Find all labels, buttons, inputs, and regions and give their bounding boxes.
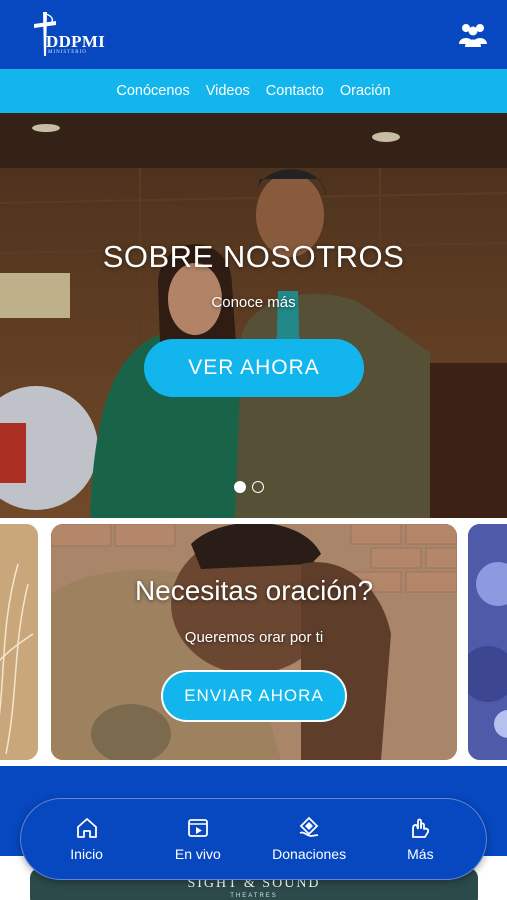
app-logo[interactable]: DDPMI MINISTERIO xyxy=(24,10,106,60)
tab-en-vivo-label: En vivo xyxy=(174,846,221,862)
play-video-icon xyxy=(187,819,208,837)
logo-subtext: MINISTERIO xyxy=(48,50,87,55)
slide-indicators xyxy=(234,481,264,493)
next-card[interactable] xyxy=(468,524,507,760)
prayer-card-subtitle: Queremos orar por ti xyxy=(184,629,324,646)
prayer-card[interactable]: Necesitas oración? Queremos orar por ti … xyxy=(51,524,457,760)
tab-mas[interactable]: Más xyxy=(365,816,475,862)
enviar-ahora-button[interactable]: ENVIAR AHORA xyxy=(161,670,347,722)
tab-donaciones-label: Donaciones xyxy=(272,846,347,862)
section-nav: Conócenos Videos Contacto Oración xyxy=(0,69,507,113)
hero-title: SOBRE NOSOTROS xyxy=(102,239,405,274)
slide-dot-2[interactable] xyxy=(252,481,264,493)
promo-subtitle: THEATRES xyxy=(230,893,278,899)
top-bar: DDPMI MINISTERIO xyxy=(0,0,507,69)
nav-contacto[interactable]: Contacto xyxy=(266,83,324,99)
tab-en-vivo[interactable]: En vivo xyxy=(143,816,253,862)
hero-subtitle: Conoce más xyxy=(211,294,296,311)
bottom-tab-bar: Inicio En vivo Donaciones Más xyxy=(20,798,487,880)
ver-ahora-button[interactable]: VER AHORA xyxy=(144,339,364,397)
tab-mas-label: Más xyxy=(407,846,434,862)
donation-hand-icon xyxy=(299,816,319,837)
slide-dot-1[interactable] xyxy=(234,481,246,493)
nav-videos[interactable]: Videos xyxy=(206,83,250,99)
tab-donaciones[interactable]: Donaciones xyxy=(254,816,364,862)
more-hands-icon xyxy=(412,818,430,838)
nav-oracion[interactable]: Oración xyxy=(340,83,391,99)
previous-card[interactable] xyxy=(0,524,38,760)
tab-inicio[interactable]: Inicio xyxy=(32,816,142,862)
logo-text: DDPMI xyxy=(46,32,106,51)
hero-slider[interactable]: SOBRE NOSOTROS Conoce más VER AHORA xyxy=(0,113,507,518)
people-group-icon[interactable] xyxy=(457,22,489,48)
tab-inicio-label: Inicio xyxy=(70,846,103,862)
card-carousel[interactable]: Necesitas oración? Queremos orar por ti … xyxy=(0,518,507,768)
home-icon xyxy=(76,818,97,838)
nav-conocenos[interactable]: Conócenos xyxy=(116,83,189,99)
prayer-card-title: Necesitas oración? xyxy=(134,575,374,606)
hero-overlay xyxy=(0,113,507,518)
